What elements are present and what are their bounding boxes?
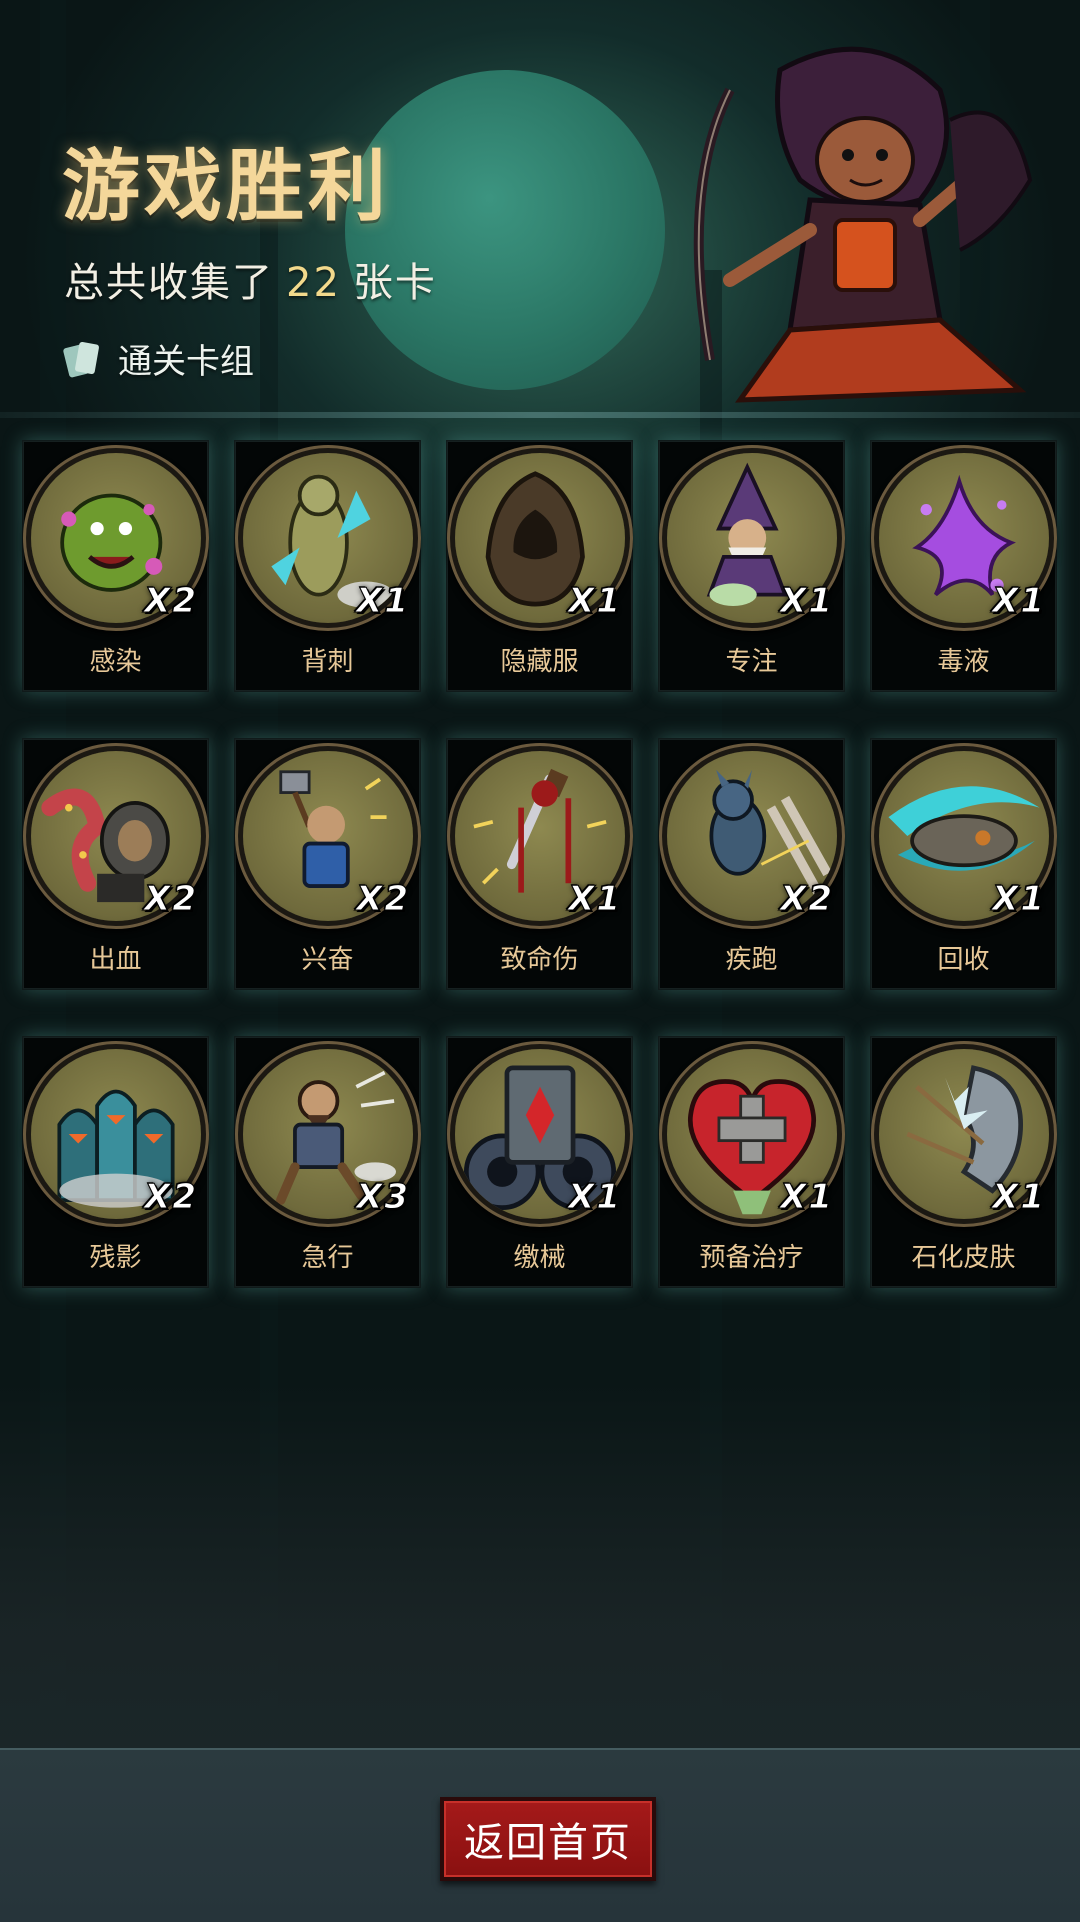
card-quantity: X1 [992,581,1046,622]
card-quantity: X2 [144,879,198,920]
card-quantity: X2 [356,879,410,920]
card-tile[interactable]: X2 出血 [22,738,209,990]
card-tile[interactable]: X2 兴奋 [234,738,421,990]
card-name: 疾跑 [725,945,778,975]
card-quantity: X1 [780,1177,834,1218]
victory-title: 游戏胜利 [62,142,391,232]
card-tile[interactable]: X1 预备治疗 [658,1036,845,1288]
cards-collected-summary: 总共收集了 22 张卡 [64,250,437,308]
card-quantity: X1 [568,581,622,622]
card-name: 兴奋 [301,945,354,975]
card-quantity: X1 [356,581,410,622]
card-quantity: X1 [780,581,834,622]
card-quantity: X1 [992,879,1046,920]
card-tile[interactable]: X1 致命伤 [446,738,633,990]
card-quantity: X2 [144,581,198,622]
card-name: 急行 [301,1243,354,1273]
summary-prefix: 总共收集了 [64,260,274,306]
card-name: 缴械 [513,1243,566,1273]
cleared-deck-label: 通关卡组 [62,334,254,383]
card-grid: X2 感染 X1 背刺 X1 隐藏服 X1 专注 X1 毒液 X2 出血 X2 兴奋 X1 致命伤 X2 疾跑 X1… [22,440,1058,1288]
deck-label-text: 通关卡组 [118,342,254,382]
card-name: 感染 [89,647,142,677]
card-quantity: X2 [144,1177,198,1218]
card-name: 毒液 [937,647,990,677]
card-quantity: X2 [780,879,834,920]
header-divider [0,412,1080,418]
card-name: 致命伤 [500,945,579,975]
return-home-button[interactable]: 返回首页 [440,1797,656,1881]
card-quantity: X1 [568,1177,622,1218]
card-tile[interactable]: X1 石化皮肤 [870,1036,1057,1288]
card-tile[interactable]: X1 回收 [870,738,1057,990]
card-tile[interactable]: X2 疾跑 [658,738,845,990]
card-name: 预备治疗 [699,1243,804,1273]
collected-count: 22 [286,260,341,306]
card-quantity: X3 [356,1177,410,1218]
card-name: 石化皮肤 [911,1243,1016,1273]
card-quantity: X1 [992,1177,1046,1218]
card-name: 专注 [725,647,778,677]
card-name: 回收 [937,945,990,975]
summary-suffix: 张卡 [352,260,437,306]
card-name: 残影 [89,1243,142,1273]
moon [345,70,665,390]
card-tile[interactable]: X2 感染 [22,440,209,692]
card-tile[interactable]: X3 急行 [234,1036,421,1288]
card-name: 隐藏服 [500,647,579,677]
card-tile[interactable]: X1 专注 [658,440,845,692]
card-tile[interactable]: X1 隐藏服 [446,440,633,692]
card-tile[interactable]: X1 背刺 [234,440,421,692]
card-quantity: X1 [568,879,622,920]
card-deck-icon [63,341,99,377]
card-tile[interactable]: X2 残影 [22,1036,209,1288]
card-tile[interactable]: X1 缴械 [446,1036,633,1288]
card-name: 背刺 [301,647,354,677]
card-tile[interactable]: X1 毒液 [870,440,1057,692]
card-name: 出血 [89,945,142,975]
hooded-archer-illustration [693,46,1033,403]
